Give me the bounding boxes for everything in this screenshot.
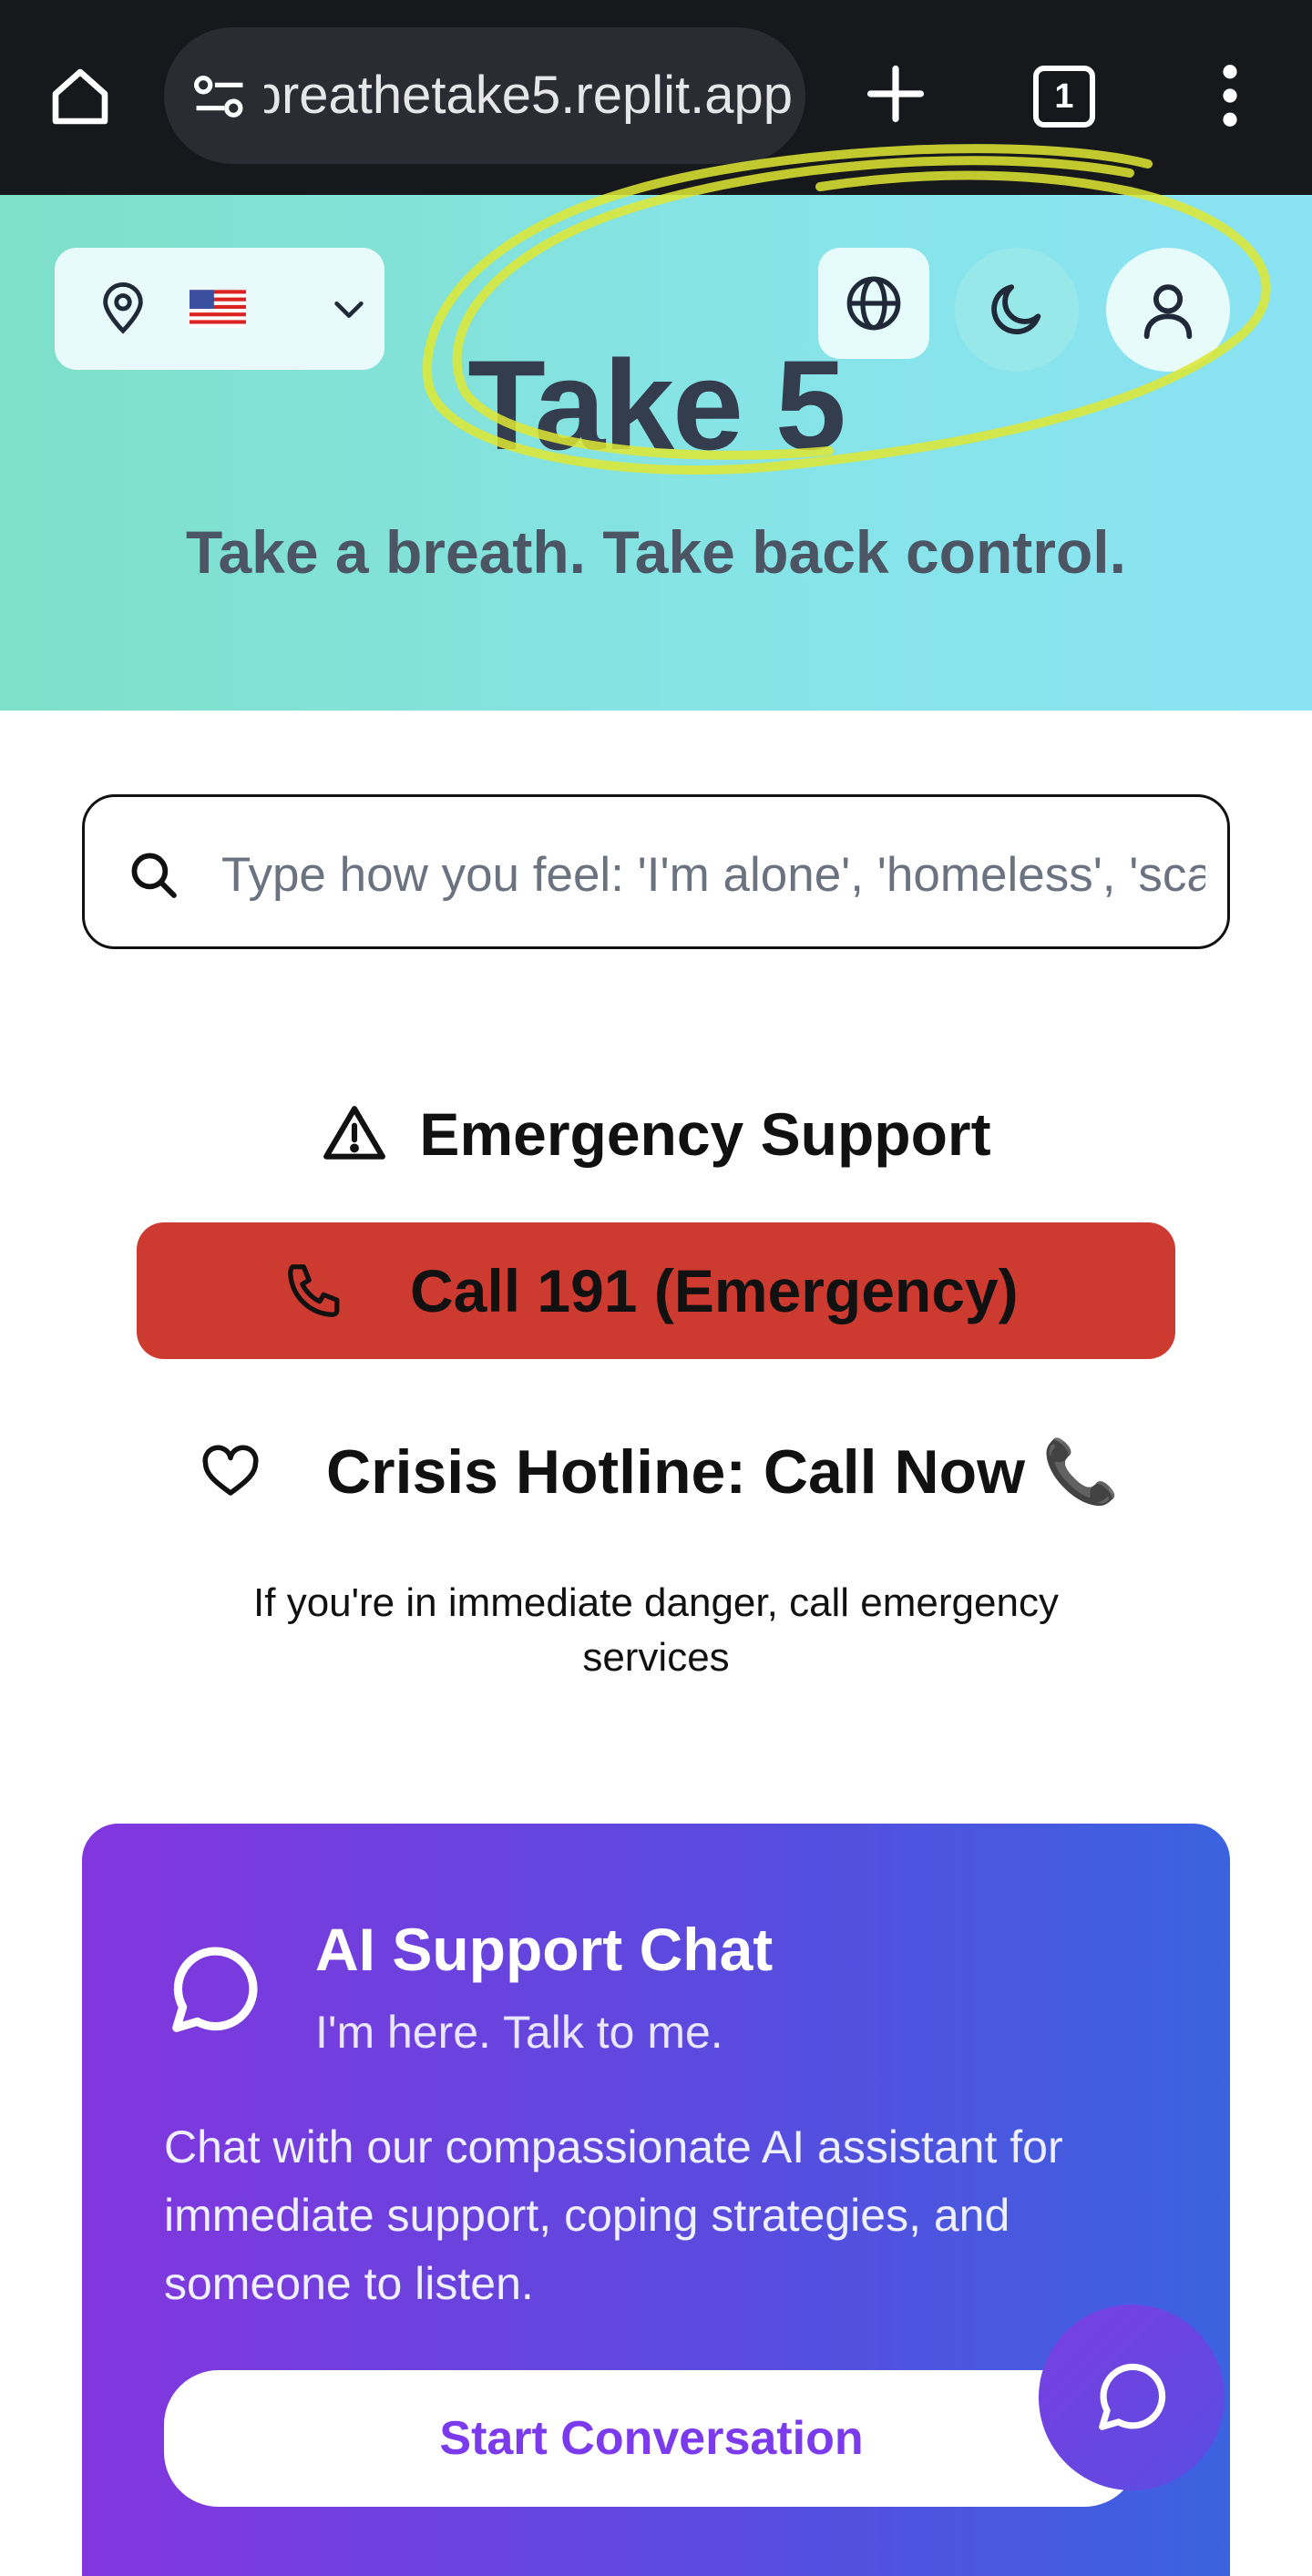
emergency-heading: Emergency Support	[0, 1093, 1312, 1175]
chevron-down-icon	[334, 301, 364, 318]
search-input[interactable]	[221, 833, 1205, 915]
ai-chat-description: Chat with our compassionate AI assistant…	[164, 2121, 1063, 2309]
page-subtitle: Take a breath. Take back control.	[186, 518, 1126, 586]
tab-switcher-icon[interactable]: 1	[1033, 66, 1095, 128]
phone-icon	[288, 1264, 340, 1317]
url-text[interactable]: breathetake5.replit.app	[264, 64, 793, 128]
emergency-heading-text: Emergency Support	[419, 1100, 991, 1168]
plus-icon[interactable]	[866, 64, 926, 124]
chat-bubble-icon	[172, 1947, 258, 2032]
crisis-hotline-label[interactable]: Crisis Hotline: Call Now 📞	[326, 1426, 1120, 1518]
warning-icon	[323, 1106, 386, 1160]
floating-chat-button[interactable]	[1039, 2305, 1225, 2490]
search-icon	[131, 853, 177, 898]
call-emergency-label: Call 191 (Emergency)	[410, 1257, 1019, 1324]
call-emergency-button[interactable]: Call 191 (Emergency)	[137, 1222, 1175, 1359]
site-settings-icon[interactable]	[191, 71, 248, 122]
start-conversation-button[interactable]: Start Conversation	[164, 2370, 1139, 2507]
chat-bubble-icon	[1099, 2363, 1166, 2430]
ai-chat-subtitle: I'm here. Talk to me.	[315, 2007, 723, 2058]
emergency-note: If you're in immediate danger, call emer…	[253, 1580, 1059, 1680]
ai-chat-title: AI Support Chat	[315, 1916, 774, 1983]
browser-toolbar: breathetake5.replit.app 1	[0, 0, 1312, 195]
map-pin-icon	[103, 282, 143, 334]
us-flag-icon	[190, 290, 246, 328]
more-vert-icon[interactable]	[1212, 64, 1248, 128]
hero-header: Take 5 Take a breath. Take back control.	[0, 195, 1312, 710]
globe-icon	[846, 276, 901, 331]
feelings-search[interactable]	[82, 794, 1230, 949]
page-title: Take 5	[467, 333, 846, 476]
home-icon[interactable]	[47, 64, 113, 129]
heart-icon	[202, 1445, 259, 1496]
address-bar[interactable]: breathetake5.replit.app	[164, 27, 805, 164]
ai-chat-card: AI Support Chat I'm here. Talk to me. Ch…	[82, 1824, 1230, 2576]
crisis-hotline-link[interactable]: Crisis Hotline: Call Now 📞	[0, 1426, 1312, 1518]
